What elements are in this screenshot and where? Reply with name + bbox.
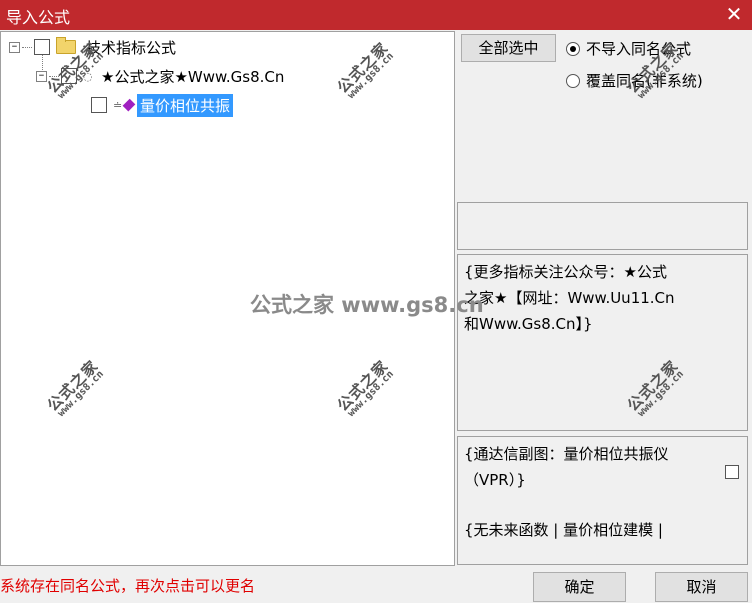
formula-icon: ≐ xyxy=(113,97,136,113)
cancel-button[interactable]: 取消 xyxy=(655,572,748,602)
root-checkbox[interactable] xyxy=(34,39,50,55)
description-line-1: {更多指标关注公众号：★公式 xyxy=(464,263,667,281)
tree-node-root[interactable]: − 技术指标公式 xyxy=(9,35,176,59)
formula-tree[interactable]: − 技术指标公式 − ◌ ★公式之家★Www.Gs8.Cn ≐ 量价相位共振 xyxy=(0,31,455,566)
radio-skip-same-name[interactable]: 不导入同名公式 xyxy=(566,38,691,59)
group-label: ★公式之家★Www.Gs8.Cn xyxy=(101,67,285,86)
item-checkbox[interactable] xyxy=(91,97,107,113)
group-icon: ◌ xyxy=(83,69,93,83)
radio-skip-label: 不导入同名公式 xyxy=(586,40,692,58)
radio-overwrite[interactable]: 覆盖同名(非系统) xyxy=(566,70,703,91)
details-line-1: {通达信副图：量价相位共振仪 xyxy=(464,445,669,463)
tree-node-group[interactable]: − ◌ ★公式之家★Www.Gs8.Cn xyxy=(36,64,284,88)
title-bar: 导入公式 ✕ xyxy=(0,0,752,30)
status-message: 系统存在同名公式，再次点击可以更名 xyxy=(0,577,256,595)
tree-dots xyxy=(22,46,32,48)
description-line-3: 和Www.Gs8.Cn】} xyxy=(464,315,593,333)
collapse-icon[interactable]: − xyxy=(9,41,20,53)
collapse-icon[interactable]: − xyxy=(36,70,47,82)
root-label: 技术指标公式 xyxy=(86,38,177,57)
select-all-button[interactable]: 全部选中 xyxy=(461,34,556,62)
description-panel: {更多指标关注公众号：★公式 之家★【网址：Www.Uu11.Cn 和Www.G… xyxy=(457,254,748,431)
empty-field xyxy=(457,202,748,250)
group-checkbox[interactable] xyxy=(61,68,77,84)
description-line-2: 之家★【网址：Www.Uu11.Cn xyxy=(464,289,675,307)
details-panel: {通达信副图：量价相位共振仪 （VPR）} {无未来函数 | 量价相位建模 | xyxy=(457,436,748,565)
ok-button[interactable]: 确定 xyxy=(533,572,626,602)
tree-node-item[interactable]: ≐ 量价相位共振 xyxy=(91,93,234,117)
details-checkbox[interactable] xyxy=(725,465,739,479)
radio-overwrite-indicator[interactable] xyxy=(566,73,580,88)
details-line-3: {无未来函数 | 量价相位建模 | xyxy=(464,521,663,539)
folder-icon xyxy=(56,37,76,54)
item-label[interactable]: 量价相位共振 xyxy=(137,93,234,117)
details-line-2: （VPR）} xyxy=(464,471,526,489)
tree-dots xyxy=(49,75,59,77)
window-title: 导入公式 xyxy=(6,8,71,27)
radio-overwrite-label: 覆盖同名(非系统) xyxy=(586,72,703,90)
radio-skip-indicator[interactable] xyxy=(566,41,580,56)
close-icon[interactable]: ✕ xyxy=(722,2,746,26)
